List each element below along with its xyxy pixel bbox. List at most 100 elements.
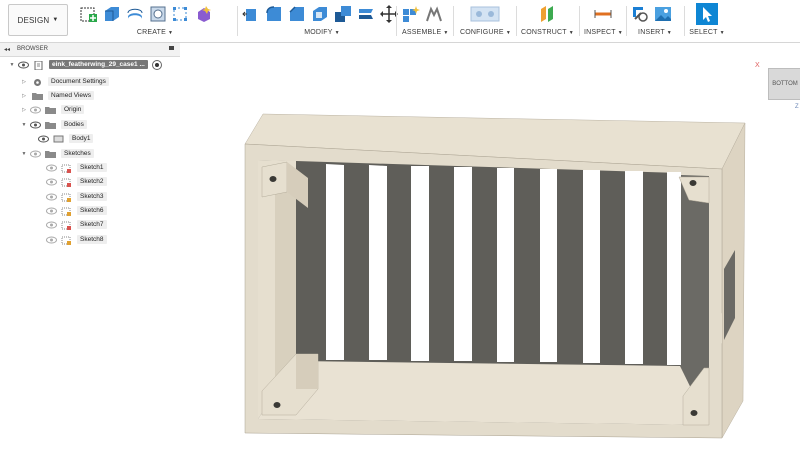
browser-title: BROWSER bbox=[17, 46, 49, 52]
select-label[interactable]: SELECT ▼ bbox=[689, 29, 725, 36]
screw-hole bbox=[690, 410, 698, 416]
toolbar-divider bbox=[396, 6, 397, 36]
design-workspace-dropdown[interactable]: DESIGN ▼ bbox=[8, 4, 68, 36]
joint-icon[interactable] bbox=[425, 5, 443, 23]
eye-icon[interactable] bbox=[46, 236, 57, 244]
construct-label[interactable]: CONSTRUCT ▼ bbox=[521, 29, 574, 36]
eye-icon[interactable] bbox=[46, 207, 57, 215]
select-tool-icon[interactable] bbox=[696, 3, 718, 25]
sketch-icon bbox=[61, 221, 72, 230]
expand-triangle-icon[interactable]: ▼ bbox=[20, 151, 28, 157]
sketch-icon bbox=[61, 236, 72, 245]
screw-hole bbox=[269, 176, 277, 182]
modify-label[interactable]: MODIFY ▼ bbox=[242, 29, 392, 36]
vent-slot bbox=[583, 170, 600, 363]
tree-item-label: Named Views bbox=[48, 91, 94, 100]
create-label[interactable]: CREATE ▼ bbox=[80, 29, 230, 36]
tree-item-sketch[interactable]: Sketch6 bbox=[44, 204, 107, 217]
eye-icon[interactable] bbox=[46, 193, 57, 201]
eye-icon[interactable] bbox=[30, 106, 41, 114]
tree-item-sketch[interactable]: Sketch3 bbox=[44, 190, 107, 203]
tree-item-label: Sketch8 bbox=[77, 235, 107, 244]
expand-triangle-icon[interactable]: ▷ bbox=[20, 107, 28, 113]
folder-icon bbox=[45, 150, 56, 158]
hole-icon[interactable] bbox=[149, 5, 167, 23]
expand-triangle-icon[interactable]: ▷ bbox=[20, 79, 28, 85]
configure-icon[interactable] bbox=[469, 5, 501, 23]
fillet-icon[interactable] bbox=[265, 5, 283, 23]
toolbar-divider bbox=[684, 6, 685, 36]
tree-item-origin[interactable]: ▷ Origin bbox=[20, 103, 85, 116]
viewcube[interactable]: BOTTOM bbox=[768, 68, 800, 100]
toolbar-divider bbox=[579, 6, 580, 36]
insert-derive-icon[interactable] bbox=[631, 5, 649, 23]
configure-label[interactable]: CONFIGURE ▼ bbox=[460, 29, 511, 36]
browser-header: ◂◂ BROWSER bbox=[0, 43, 180, 57]
combine-icon[interactable] bbox=[334, 5, 352, 23]
tree-item-sketch[interactable]: Sketch7 bbox=[44, 218, 107, 231]
revolve-icon[interactable] bbox=[126, 5, 144, 23]
tree-item-sketch[interactable]: Sketch2 bbox=[44, 175, 107, 188]
vent-slots bbox=[326, 164, 681, 365]
assemble-label[interactable]: ASSEMBLE ▼ bbox=[402, 29, 448, 36]
canvas-viewport[interactable] bbox=[0, 43, 800, 466]
tree-item-document-settings[interactable]: ▷ Document Settings bbox=[20, 75, 109, 88]
new-sketch-icon[interactable] bbox=[80, 5, 98, 23]
create-form-icon[interactable] bbox=[195, 5, 213, 23]
tree-item-label: Document Settings bbox=[48, 77, 109, 86]
eye-icon[interactable] bbox=[46, 164, 57, 172]
chamfer-icon[interactable] bbox=[288, 5, 306, 23]
tree-item-sketches[interactable]: ▼ Sketches bbox=[20, 147, 94, 160]
minimize-panel-icon[interactable] bbox=[169, 46, 174, 50]
vent-slot bbox=[540, 169, 557, 362]
tree-item-sketch[interactable]: Sketch1 bbox=[44, 161, 107, 174]
eye-icon[interactable] bbox=[18, 61, 29, 69]
construct-group: CONSTRUCT ▼ bbox=[521, 3, 574, 39]
tree-item-bodies[interactable]: ▼ Bodies bbox=[20, 118, 87, 131]
split-body-icon[interactable] bbox=[357, 5, 375, 23]
inspect-group: INSPECT ▼ bbox=[584, 3, 623, 39]
inspect-label[interactable]: INSPECT ▼ bbox=[584, 29, 623, 36]
configure-group: CONFIGURE ▼ bbox=[460, 3, 511, 39]
folder-icon bbox=[45, 121, 56, 129]
vent-slot bbox=[326, 164, 344, 360]
tree-item-sketch[interactable]: Sketch8 bbox=[44, 233, 107, 246]
eye-icon[interactable] bbox=[30, 121, 41, 129]
insert-label[interactable]: INSERT ▼ bbox=[631, 29, 679, 36]
sketch-icon bbox=[61, 164, 72, 173]
new-component-icon[interactable] bbox=[402, 5, 420, 23]
model-canvas[interactable] bbox=[0, 43, 800, 466]
vent-slot bbox=[369, 165, 387, 360]
eye-icon[interactable] bbox=[46, 178, 57, 186]
radio-active-icon[interactable] bbox=[151, 59, 162, 70]
eye-icon[interactable] bbox=[46, 221, 57, 229]
expand-triangle-icon[interactable]: ▼ bbox=[8, 62, 16, 68]
shell-icon[interactable] bbox=[311, 5, 329, 23]
tree-item-root[interactable]: ▼ eink_featherwing_29_case1 ... bbox=[8, 58, 162, 71]
tree-item-body1[interactable]: Body1 bbox=[36, 132, 94, 145]
collapse-browser-icon[interactable]: ◂◂ bbox=[4, 46, 10, 53]
tree-item-label: Origin bbox=[61, 105, 85, 114]
extrude-icon[interactable] bbox=[103, 5, 121, 23]
chevron-down-icon: ▼ bbox=[52, 17, 59, 23]
tree-item-label: Sketch1 bbox=[77, 163, 107, 172]
offset-plane-icon[interactable] bbox=[538, 5, 556, 23]
gear-icon bbox=[32, 78, 43, 86]
expand-triangle-icon[interactable]: ▼ bbox=[20, 122, 28, 128]
viewcube-face-label: BOTTOM bbox=[772, 81, 798, 87]
sketch-icon bbox=[61, 178, 72, 187]
tree-item-named-views[interactable]: ▷ Named Views bbox=[20, 89, 94, 102]
screw-hole bbox=[273, 402, 281, 408]
sketch-icon bbox=[61, 193, 72, 202]
expand-triangle-icon[interactable]: ▷ bbox=[20, 93, 28, 99]
pattern-icon[interactable] bbox=[172, 5, 190, 23]
folder-icon bbox=[32, 92, 43, 100]
eye-icon[interactable] bbox=[38, 135, 49, 143]
toolbar-divider bbox=[516, 6, 517, 36]
insert-image-icon[interactable] bbox=[654, 5, 672, 23]
tree-item-label: Sketch2 bbox=[77, 177, 107, 186]
measure-icon[interactable] bbox=[594, 5, 612, 23]
press-pull-icon[interactable] bbox=[242, 5, 260, 23]
tree-item-label: Sketches bbox=[61, 149, 94, 158]
eye-icon[interactable] bbox=[30, 150, 41, 158]
